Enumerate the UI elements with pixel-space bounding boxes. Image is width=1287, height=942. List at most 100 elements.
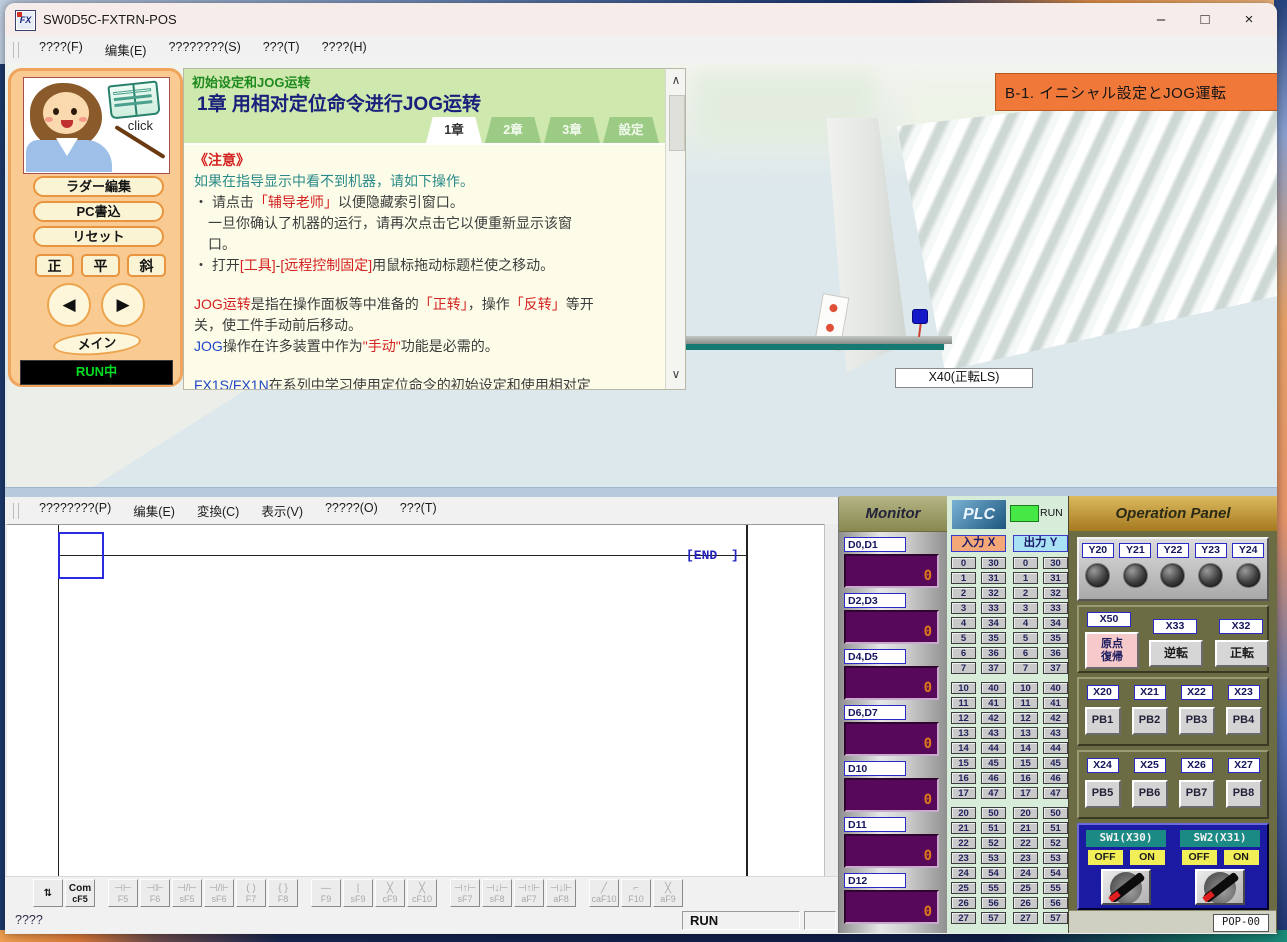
monitor-value: 0 <box>924 624 932 640</box>
pushbutton-PB8[interactable]: PB8 <box>1226 780 1262 808</box>
toolbar-button-comment[interactable]: ComcF5 <box>65 879 95 907</box>
forward-jog-button[interactable]: 正転 <box>1215 640 1269 667</box>
scrollbar-thumb[interactable] <box>669 95 685 151</box>
ladder-cursor[interactable] <box>58 532 104 579</box>
input-x-row: 232 <box>951 587 1006 599</box>
scroll-down-icon[interactable]: ∨ <box>666 367 686 381</box>
toolbar-button-sF8[interactable]: ⊣↓⊢sF8 <box>482 879 512 907</box>
rotary-switch-1[interactable] <box>1195 869 1245 905</box>
view-front-button[interactable]: 正 <box>35 254 74 277</box>
pc-write-button[interactable]: PC書込 <box>33 201 164 222</box>
title-bar[interactable]: FX SW0D5C-FXTRN-POS – □ × <box>5 3 1277 36</box>
output-y-cell-26: 26 <box>1013 897 1038 909</box>
guide-tab-3章[interactable]: 3章 <box>544 117 600 143</box>
guide-scrollbar[interactable]: ∧ ∨ <box>665 69 686 389</box>
ladder-menu-item-0[interactable]: ????????(P) <box>28 501 122 520</box>
ladder-menu-item-1[interactable]: 编集(E) <box>122 501 186 520</box>
ladder-edit-button[interactable]: ラダー編集 <box>33 176 164 197</box>
output-y-cell-40: 40 <box>1043 682 1068 694</box>
toolbar-button-sF6[interactable]: ⊣/⊩sF6 <box>204 879 234 907</box>
menubar-grip[interactable] <box>13 42 19 58</box>
toolbar-button-sF5[interactable]: ⊣/⊢sF5 <box>172 879 202 907</box>
close-button[interactable]: × <box>1227 3 1271 36</box>
guide-tab-2章[interactable]: 2章 <box>485 117 541 143</box>
main-menu-item-0[interactable]: ????(F) <box>28 40 94 59</box>
view-slant-button[interactable]: 斜 <box>127 254 166 277</box>
guide-tab-設定[interactable]: 設定 <box>603 117 659 143</box>
ladder-menu-item-4[interactable]: ?????(O) <box>314 501 389 520</box>
prev-page-button[interactable]: ◀ <box>47 283 91 327</box>
monitor-device-label: D4,D5 <box>844 649 906 664</box>
click-label: click <box>128 118 153 133</box>
pushbutton-PB2[interactable]: PB2 <box>1132 707 1168 735</box>
monitor-value-display: 0 <box>844 778 939 812</box>
main-menu-item-4[interactable]: ????(H) <box>311 40 378 59</box>
teacher-illustration[interactable]: click <box>23 77 170 174</box>
toolbar-button-F6[interactable]: ⊣⊩F6 <box>140 879 170 907</box>
toolbar-button-F10[interactable]: ⌐F10 <box>621 879 651 907</box>
ladder-menu-item-5[interactable]: ???(T) <box>389 501 448 520</box>
output-y-cell-54: 54 <box>1043 867 1068 879</box>
output-y-cell-45: 45 <box>1043 757 1068 769</box>
pushbutton-PB4[interactable]: PB4 <box>1226 707 1262 735</box>
rotary-switch-0[interactable] <box>1101 869 1151 905</box>
minimize-button[interactable]: – <box>1139 3 1183 36</box>
pushbutton-PB7[interactable]: PB7 <box>1179 780 1215 808</box>
ladder-menu-item-2[interactable]: 変換(C) <box>186 501 250 520</box>
next-page-button[interactable]: ▶ <box>101 283 145 327</box>
jog-paragraph-line2: 关，使工件手动前后移动。 <box>194 315 665 336</box>
home-return-button[interactable]: 原点 復帰 <box>1085 632 1139 669</box>
monitor-value-display: 0 <box>844 722 939 756</box>
output-lamp-Y20 <box>1085 563 1110 588</box>
pb2-tags: X24X25X26X27 <box>1079 752 1267 773</box>
pushbutton-PB5[interactable]: PB5 <box>1085 780 1121 808</box>
reset-button[interactable]: リセット <box>33 226 164 247</box>
toolbar-button-caF10[interactable]: ╱caF10 <box>589 879 619 907</box>
pushbutton-section-1: X20X21X22X23 PB1PB2PB3PB4 <box>1077 677 1269 746</box>
toolbar-button-aF9[interactable]: ╳aF9 <box>653 879 683 907</box>
toolbar-button-cF10[interactable]: ╳cF10 <box>407 879 437 907</box>
toolbar-button-aF7[interactable]: ⊣↑⊩aF7 <box>514 879 544 907</box>
output-y-cell-2: 2 <box>1013 587 1038 599</box>
monitor-device-label: D12 <box>844 873 906 888</box>
toolbar-button-sF9[interactable]: |sF9 <box>343 879 373 907</box>
ladder-edit-area[interactable]: [END ] <box>7 524 824 877</box>
pushbutton-PB3[interactable]: PB3 <box>1179 707 1215 735</box>
pushbutton-PB6[interactable]: PB6 <box>1132 780 1168 808</box>
pb-tag-X27: X27 <box>1228 758 1260 773</box>
ladder-scrollbar[interactable] <box>824 524 839 876</box>
pushbutton-PB1[interactable]: PB1 <box>1085 707 1121 735</box>
menubar-grip[interactable] <box>13 503 19 519</box>
toolbar-button-F5[interactable]: ⊣⊢F5 <box>108 879 138 907</box>
badge-dot <box>825 323 834 332</box>
lamp-column: Y21 <box>1119 543 1151 588</box>
maximize-button[interactable]: □ <box>1183 3 1227 36</box>
window-controls: – □ × <box>1139 3 1271 36</box>
monitor-item: D4,D50 <box>839 649 947 705</box>
main-menu-item-2[interactable]: ????????(S) <box>157 40 251 59</box>
toolbar-button-F9[interactable]: —F9 <box>311 879 341 907</box>
toolbar-button-sF7[interactable]: ⊣↑⊢sF7 <box>450 879 480 907</box>
reverse-jog-button[interactable]: 逆転 <box>1149 640 1203 667</box>
input-x-row: 1747 <box>951 787 1006 799</box>
teacher-eye <box>53 108 59 115</box>
toolbar-button-cF9[interactable]: ╳cF9 <box>375 879 405 907</box>
main-menu-button[interactable]: メイン <box>52 329 141 358</box>
input-x-cell-56: 56 <box>981 897 1006 909</box>
view-flat-button[interactable]: 平 <box>81 254 120 277</box>
toolbar-button-F8[interactable]: { }F8 <box>268 879 298 907</box>
toolbar-button-F7[interactable]: ( )F7 <box>236 879 266 907</box>
main-menu-item-1[interactable]: 编集(E) <box>94 40 158 59</box>
output-y-cell-46: 46 <box>1043 772 1068 784</box>
scroll-up-icon[interactable]: ∧ <box>666 73 686 87</box>
main-menu-item-3[interactable]: ???(T) <box>252 40 311 59</box>
notice-bullet-1-line2: 一旦你确认了机器的运行，请再次点击它以便重新显示该窗 <box>194 213 665 234</box>
toolbar-button-aF8[interactable]: ⊣↓⊩aF8 <box>546 879 576 907</box>
toolbar-button-insert-mode[interactable]: ⇅ <box>33 879 63 907</box>
output-y-cell-23: 23 <box>1013 852 1038 864</box>
ladder-menu-item-3[interactable]: 表示(V) <box>250 501 314 520</box>
notice-bullet-1-line3: 口。 <box>194 234 665 255</box>
monitor-item: D0,D10 <box>839 537 947 593</box>
trainer-panel: click ラダー編集PC書込リセット 正平斜 ◀ ▶ メイン RUN中 <box>8 68 183 387</box>
guide-tab-1章[interactable]: 1章 <box>426 117 482 143</box>
